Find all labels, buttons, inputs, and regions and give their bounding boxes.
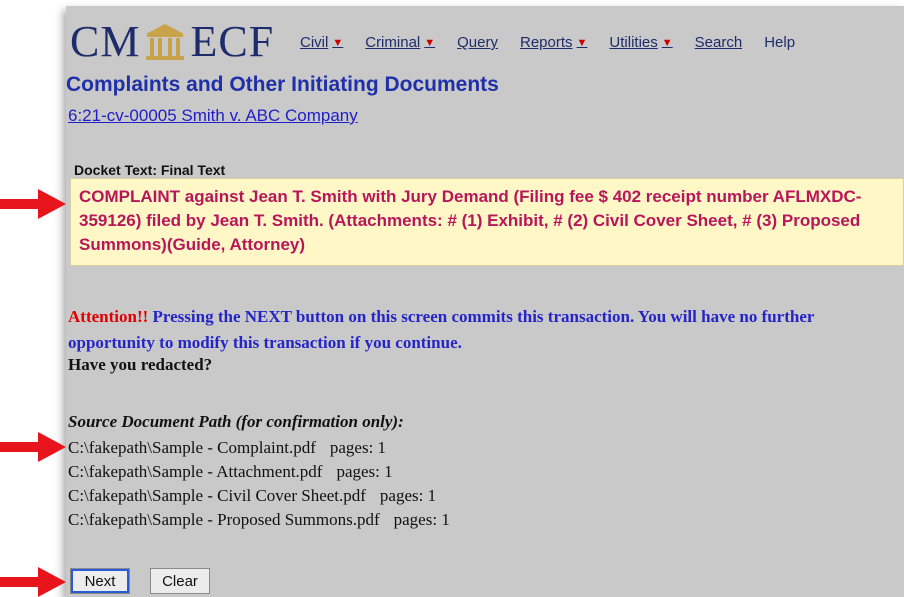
courthouse-icon	[146, 24, 185, 60]
chevron-down-icon: ▼	[424, 36, 436, 49]
menu-utilities-label: Utilities	[609, 34, 658, 51]
file-pages: pages: 1	[336, 462, 393, 481]
file-pages: pages: 1	[393, 510, 450, 529]
case-number-link[interactable]: 6:21-cv-00005 Smith v. ABC Company	[68, 106, 358, 126]
menu-reports-label: Reports	[520, 34, 573, 51]
arrow-right-icon	[0, 432, 66, 462]
logo-text-cm: CM	[70, 17, 141, 66]
source-file-row: C:\fakepath\Sample - Proposed Summons.pd…	[68, 508, 450, 532]
screenshot-frame: CM ECF Civil ▼ Criminal ▼ Query Reports …	[0, 0, 904, 597]
page-title: Complaints and Other Initiating Document…	[66, 73, 499, 96]
next-button[interactable]: Next	[70, 568, 130, 594]
logo-text-ecf: ECF	[190, 17, 275, 66]
menu-civil-label: Civil	[300, 34, 329, 51]
source-document-heading: Source Document Path (for confirmation o…	[68, 412, 404, 431]
cmecf-logo[interactable]: CM ECF	[70, 14, 274, 64]
menu-search-label: Search	[694, 34, 743, 51]
menu-help[interactable]: Help	[764, 34, 795, 51]
chevron-down-icon: ▼	[332, 36, 344, 49]
file-path: C:\fakepath\Sample - Civil Cover Sheet.p…	[68, 486, 366, 505]
menu-query-label: Query	[457, 34, 498, 51]
source-file-row: C:\fakepath\Sample - Attachment.pdf pages…	[68, 460, 450, 484]
menu-query[interactable]: Query	[457, 34, 498, 51]
docket-text-box: COMPLAINT against Jean T. Smith with Jur…	[70, 178, 904, 266]
menubar: Civil ▼ Criminal ▼ Query Reports ▼ Utili…	[300, 34, 817, 51]
chevron-down-icon: ▼	[661, 36, 673, 49]
docket-text-label: Docket Text: Final Text	[74, 162, 226, 178]
menu-reports[interactable]: Reports ▼	[520, 34, 587, 51]
source-file-row: C:\fakepath\Sample - Complaint.pdf pages:…	[68, 436, 450, 460]
file-path: C:\fakepath\Sample - Complaint.pdf	[68, 438, 316, 457]
menu-utilities[interactable]: Utilities ▼	[609, 34, 672, 51]
arrow-right-icon	[0, 189, 66, 219]
source-document-list: C:\fakepath\Sample - Complaint.pdf pages:…	[68, 436, 450, 532]
file-path: C:\fakepath\Sample - Attachment.pdf	[68, 462, 323, 481]
clear-button[interactable]: Clear	[150, 568, 210, 594]
attention-word: Attention!!	[68, 307, 149, 326]
arrow-right-icon	[0, 567, 66, 597]
redacted-question: Have you redacted?	[68, 355, 213, 374]
file-path: C:\fakepath\Sample - Proposed Summons.pd…	[68, 510, 380, 529]
menu-search[interactable]: Search	[695, 34, 743, 51]
attention-message: Pressing the NEXT button on this screen …	[68, 307, 815, 352]
chevron-down-icon: ▼	[576, 36, 588, 49]
menu-civil[interactable]: Civil ▼	[300, 34, 343, 51]
attention-warning: Attention!! Pressing the NEXT button on …	[68, 304, 904, 356]
menu-help-label: Help	[764, 34, 796, 51]
menu-criminal-label: Criminal	[365, 34, 421, 51]
file-pages: pages: 1	[329, 438, 387, 457]
source-file-row: C:\fakepath\Sample - Civil Cover Sheet.p…	[68, 484, 450, 508]
menu-criminal[interactable]: Criminal ▼	[365, 34, 435, 51]
file-pages: pages: 1	[379, 486, 437, 505]
